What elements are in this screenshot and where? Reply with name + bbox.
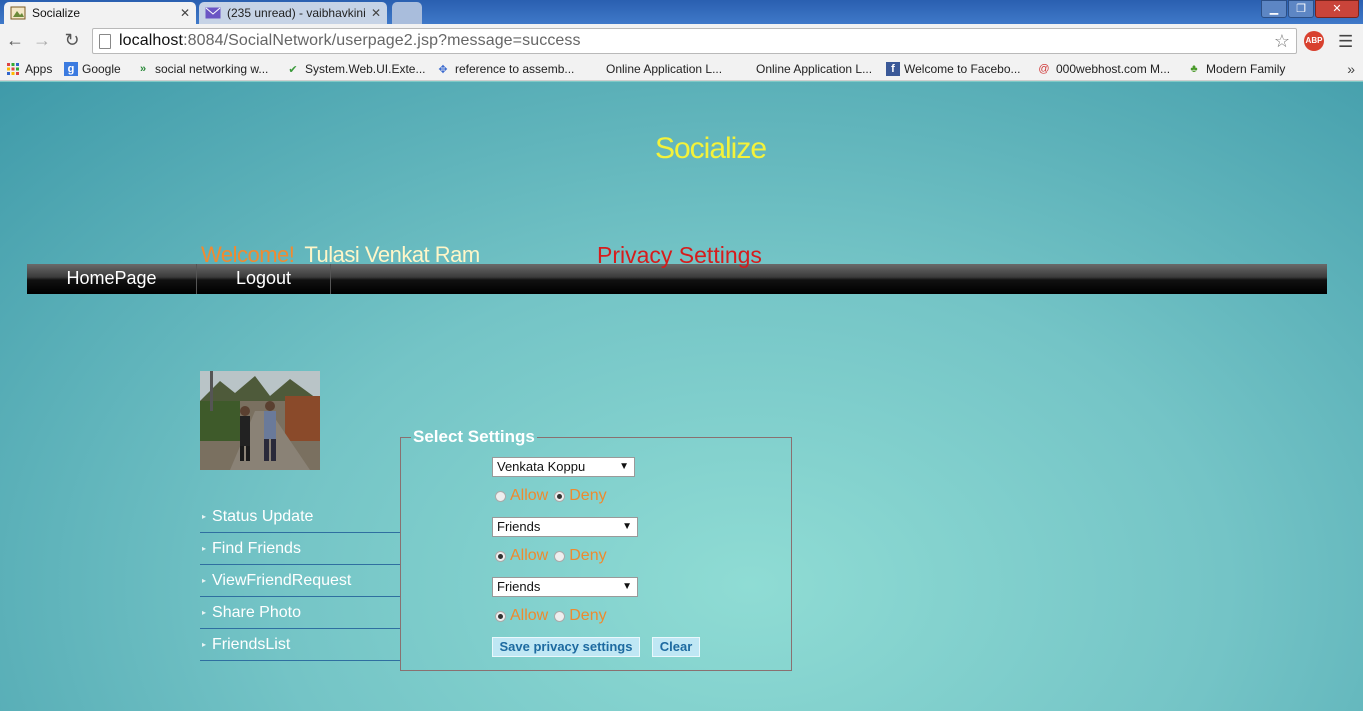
nav-logout[interactable]: Logout <box>197 264 331 294</box>
user-select-3[interactable]: Friends ▼ <box>492 577 638 597</box>
chevrons-icon: » <box>139 63 147 75</box>
mail-envelope-icon <box>205 6 221 20</box>
welcome-greeting: Welcome! <box>201 242 295 267</box>
bookmark-online-application-2[interactable]: Online Application L... <box>736 62 872 76</box>
bookmark-social-networking[interactable]: » social networking w... <box>135 62 268 76</box>
browser-tab-strip: Socialize ✕ (235 unread) - vaibhavkini ✕… <box>0 0 1363 24</box>
user-select-2[interactable]: Friends ▼ <box>492 517 638 537</box>
allow-radio-2[interactable] <box>495 550 506 562</box>
nav-homepage[interactable]: HomePage <box>27 264 197 294</box>
bookmark-apps[interactable]: Apps <box>5 62 52 76</box>
bookmark-google[interactable]: g Google <box>64 62 121 76</box>
clear-button[interactable]: Clear <box>652 637 700 657</box>
profile-photo <box>200 371 320 470</box>
bookmarks-bar: Apps g Google » social networking w... ✔ Sy… <box>0 59 1363 81</box>
bookmark-000webhost[interactable]: @000webhost.com M... <box>1036 62 1170 76</box>
sidebar-item-friends-list[interactable]: ▸ FriendsList <box>200 629 400 661</box>
sidebar-item-status-update[interactable]: ▸ Status Update <box>200 501 400 533</box>
site-favicon-icon <box>10 6 26 20</box>
allow-radio-3[interactable] <box>495 610 506 622</box>
arrow-right-icon: ▸ <box>202 576 207 585</box>
arrow-right-icon: ▸ <box>202 608 207 617</box>
tab-title: (235 unread) - vaibhavkini <box>227 6 366 20</box>
sidebar-item-find-friends[interactable]: ▸ Find Friends <box>200 533 400 565</box>
dropdown-arrow-icon: ▼ <box>622 521 632 532</box>
dropdown-arrow-icon: ▼ <box>622 581 632 592</box>
welcome-message: Welcome! Tulasi Venkat Ram <box>201 242 480 268</box>
bookmark-reference-assembly[interactable]: ✥ reference to assemb... <box>435 62 574 76</box>
browser-toolbar: ← → ↻ localhost:8084/SocialNetwork/userp… <box>0 24 1363 59</box>
forward-arrow-icon[interactable]: → <box>31 30 53 51</box>
settings-legend: Select Settings <box>413 427 535 446</box>
user-select-1[interactable]: Venkata Koppu ▼ <box>492 457 635 477</box>
deny-radio-1[interactable] <box>554 490 566 502</box>
bookmark-facebook[interactable]: f Welcome to Facebo... <box>886 62 1021 76</box>
permission-radio-group-1: Allow Deny <box>495 487 613 505</box>
more-bookmarks-icon[interactable]: » <box>1347 61 1355 77</box>
back-arrow-icon[interactable]: ← <box>4 30 26 51</box>
swirl-icon: @ <box>1038 63 1050 75</box>
check-icon: ✔ <box>288 63 298 76</box>
tab-mail[interactable]: (235 unread) - vaibhavkini ✕ <box>199 2 387 24</box>
page-title: Privacy Settings <box>597 242 762 268</box>
arrow-right-icon: ▸ <box>202 512 207 521</box>
tab-title: Socialize <box>32 6 81 20</box>
facebook-icon: f <box>886 62 900 76</box>
google-icon: g <box>64 62 78 76</box>
maximize-icon[interactable]: ❐ <box>1288 0 1314 18</box>
arrow-right-icon: ▸ <box>202 640 207 649</box>
bookmark-online-application-1[interactable]: Online Application L... <box>586 62 722 76</box>
allow-radio-1[interactable] <box>495 490 506 502</box>
user-name: Tulasi Venkat Ram <box>304 242 480 267</box>
dropdown-arrow-icon: ▼ <box>619 461 629 472</box>
arrow-right-icon: ▸ <box>202 544 207 553</box>
bookmark-modern-family[interactable]: ♣ Modern Family <box>1186 62 1285 76</box>
apps-grid-icon <box>5 62 21 76</box>
minimize-icon[interactable]: ▁ <box>1261 0 1287 18</box>
permission-radio-group-2: Allow Deny <box>495 547 613 565</box>
new-tab-button[interactable] <box>392 2 422 24</box>
dropbox-icon: ✥ <box>438 63 448 76</box>
deny-radio-3[interactable] <box>554 610 566 622</box>
tab-close-icon[interactable]: ✕ <box>180 6 190 20</box>
reload-icon[interactable]: ↻ <box>61 30 83 51</box>
bookmark-system-web-ui[interactable]: ✔ System.Web.UI.Exte... <box>285 62 425 76</box>
sidebar-item-share-photo[interactable]: ▸ Share Photo <box>200 597 400 629</box>
address-bar[interactable]: localhost:8084/SocialNetwork/userpage2.j… <box>92 28 1297 54</box>
deny-radio-2[interactable] <box>554 550 566 562</box>
sidebar-menu: ▸ Status Update ▸ Find Friends ▸ ViewFriend… <box>200 501 400 661</box>
adblock-icon[interactable]: ABP <box>1304 31 1324 51</box>
site-title: Socialize <box>654 132 767 165</box>
window-controls: ▁ ❐ ✕ <box>1261 0 1359 18</box>
close-window-icon[interactable]: ✕ <box>1315 0 1359 18</box>
save-privacy-settings-button[interactable]: Save privacy settings <box>492 637 640 657</box>
page-icon <box>99 33 111 49</box>
bookmark-star-icon[interactable]: ☆ <box>1274 31 1290 52</box>
tab-close-icon[interactable]: ✕ <box>371 6 381 20</box>
tree-icon: ♣ <box>1190 63 1198 75</box>
url-text: localhost:8084/SocialNetwork/userpage2.j… <box>119 32 581 49</box>
tab-socialize[interactable]: Socialize ✕ <box>4 2 196 24</box>
permission-radio-group-3: Allow Deny <box>495 607 613 625</box>
sidebar-item-view-friend-request[interactable]: ▸ ViewFriendRequest <box>200 565 400 597</box>
hamburger-menu-icon[interactable]: ☰ <box>1338 32 1353 52</box>
